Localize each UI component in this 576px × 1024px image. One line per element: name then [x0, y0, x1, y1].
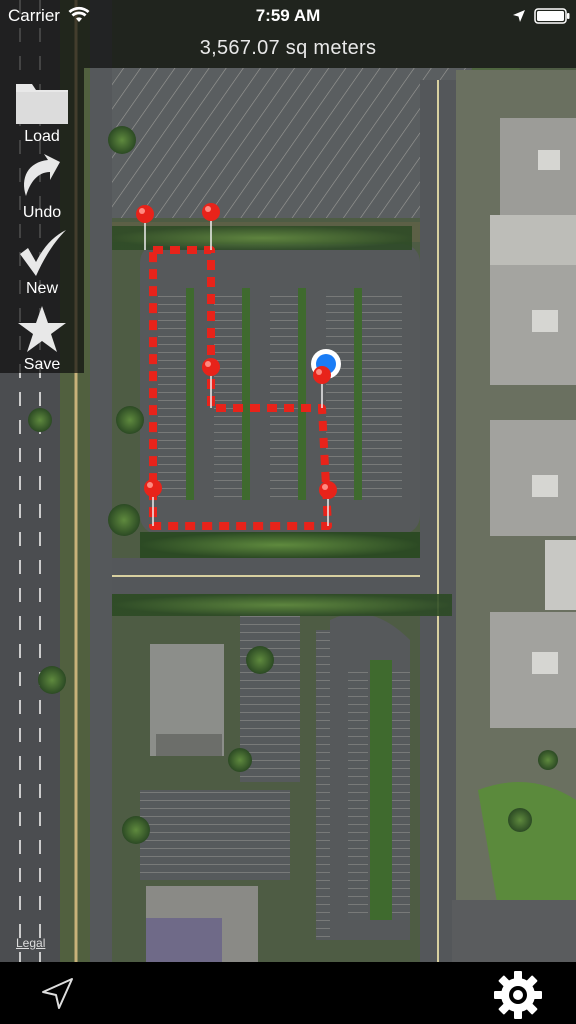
bottom-bar: [0, 962, 576, 1024]
folder-icon: [16, 84, 68, 124]
location-services-icon: [513, 10, 525, 22]
area-measurement: 3,567.07 sq meters: [199, 37, 377, 59]
map-pin[interactable]: [202, 203, 220, 250]
measurement-overlay: [136, 203, 341, 530]
star-icon: [18, 306, 66, 352]
map-pin[interactable]: [136, 205, 154, 250]
load-label: Load: [24, 128, 60, 145]
undo-label: Undo: [22, 204, 62, 221]
legal-link[interactable]: Legal: [16, 936, 45, 950]
load-button[interactable]: Load: [0, 72, 84, 148]
undo-arrow-icon: [24, 154, 60, 196]
settings-gear-icon[interactable]: [492, 969, 544, 1021]
map-pin[interactable]: [313, 366, 331, 408]
clock: 7:59 AM: [255, 6, 321, 25]
status-bar: Carrier 7:59 AM: [0, 0, 576, 32]
map-pin[interactable]: [144, 479, 162, 526]
satellite-map[interactable]: [0, 0, 576, 962]
new-label: New: [25, 280, 58, 297]
save-label: Save: [23, 356, 61, 373]
measurement-polygon: [149, 246, 332, 530]
battery-icon: [534, 8, 570, 24]
navigation-arrow-icon[interactable]: [38, 976, 78, 1012]
save-button[interactable]: Save: [0, 300, 84, 376]
checkmark-icon: [20, 230, 66, 276]
undo-button[interactable]: Undo: [0, 148, 84, 224]
map-pin[interactable]: [202, 358, 220, 408]
new-button[interactable]: New: [0, 224, 84, 300]
map-pin[interactable]: [319, 481, 337, 526]
side-toolbar: Load Undo New Save: [0, 68, 84, 373]
